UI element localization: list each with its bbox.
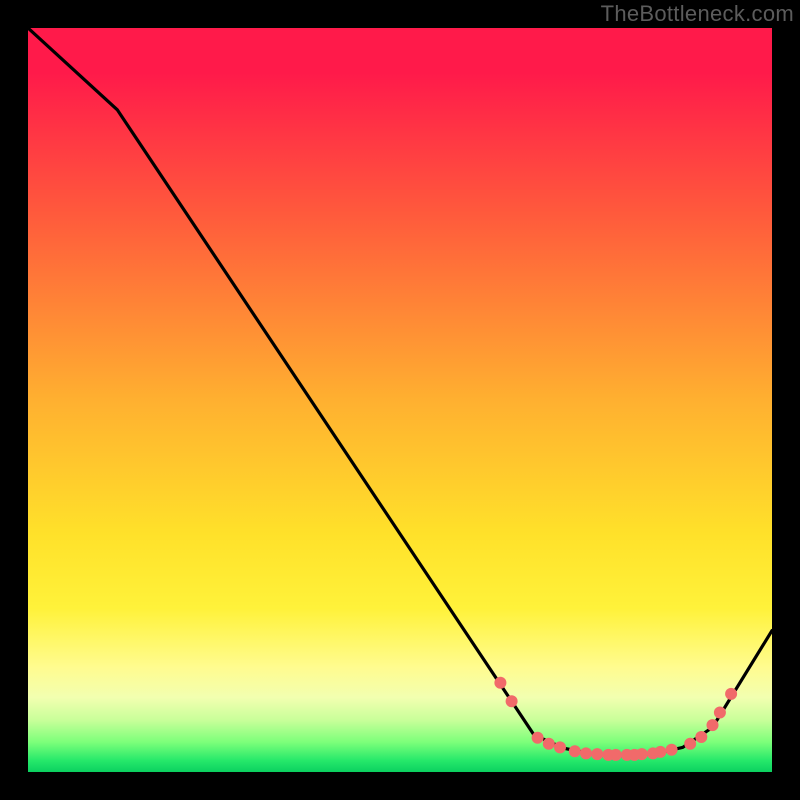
chart-frame: TheBottleneck.com [0, 0, 800, 800]
marker-dot [654, 746, 666, 758]
marker-dot [714, 707, 726, 719]
marker-dot [506, 695, 518, 707]
marker-dot [610, 749, 622, 761]
watermark-text: TheBottleneck.com [601, 1, 794, 27]
marker-dot [695, 731, 707, 743]
marker-dot [707, 719, 719, 731]
marker-dot [636, 748, 648, 760]
marker-dot [532, 732, 544, 744]
chart-svg [28, 28, 772, 772]
marker-dot [554, 741, 566, 753]
marker-dot [580, 747, 592, 759]
marker-dot [569, 745, 581, 757]
bottleneck-curve [28, 28, 772, 756]
curve-markers [494, 677, 737, 761]
marker-dot [725, 688, 737, 700]
marker-dot [666, 744, 678, 756]
marker-dot [684, 738, 696, 750]
marker-dot [543, 738, 555, 750]
plot-area [28, 28, 772, 772]
marker-dot [591, 748, 603, 760]
marker-dot [494, 677, 506, 689]
